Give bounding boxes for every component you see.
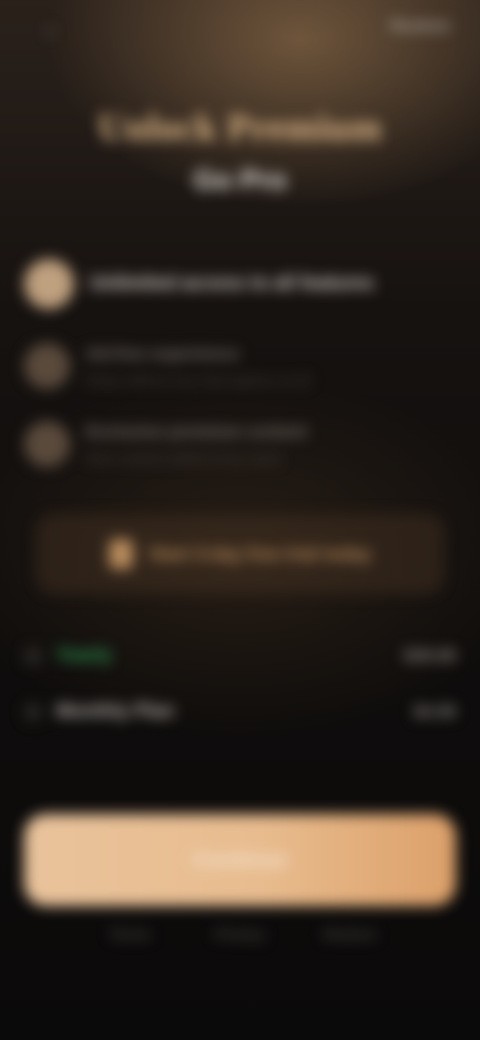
plan-name: Monthly Plan xyxy=(56,701,175,722)
plan-price: $4.99 xyxy=(413,702,456,721)
continue-button[interactable]: Continue xyxy=(24,814,456,906)
terms-link[interactable]: Terms xyxy=(70,926,190,942)
plan-name: Yearly xyxy=(56,645,112,666)
plan-option-yearly[interactable]: Yearly $39.99 xyxy=(24,628,456,684)
blurred-content: ‹ Restore Unlock Premium Go Pro Unlimite… xyxy=(0,0,480,1040)
footer-links: Terms Privacy Restore xyxy=(0,926,480,950)
plan-radio[interactable] xyxy=(24,703,42,721)
feature-item: Exclusive premium content New content ad… xyxy=(24,414,444,474)
privacy-link[interactable]: Privacy xyxy=(180,926,300,942)
back-button[interactable]: ‹ xyxy=(30,14,70,46)
feature-icon xyxy=(24,343,70,389)
paywall-screen: ‹ Restore Unlock Premium Go Pro Unlimite… xyxy=(0,0,480,1040)
feature-title: Ad-free experience xyxy=(86,344,240,363)
free-trial-banner[interactable]: Start 3-day free trial today xyxy=(36,514,444,594)
plan-price: $39.99 xyxy=(404,646,456,665)
feature-icon xyxy=(24,421,70,467)
top-bar: ‹ Restore xyxy=(0,0,480,60)
page-title: Unlock Premium xyxy=(98,107,382,149)
plan-option-monthly[interactable]: Monthly Plan $4.99 xyxy=(24,684,456,740)
feature-title: Unlimited access to all features xyxy=(90,273,375,294)
footer-restore-link[interactable]: Restore xyxy=(290,926,410,942)
feature-item: Unlimited access to all features xyxy=(24,254,444,314)
plan-radio[interactable] xyxy=(24,647,42,665)
page-subtitle: Go Pro xyxy=(193,164,287,195)
feature-icon xyxy=(24,259,74,309)
restore-link[interactable]: Restore xyxy=(390,18,450,42)
free-trial-text: Start 3-day free trial today xyxy=(148,543,372,564)
chevron-left-icon: ‹ xyxy=(46,17,54,42)
feature-description: Enjoy without any interruptions at all xyxy=(86,372,311,388)
feature-description: New content added every week xyxy=(86,450,282,466)
feature-title: Exclusive premium content xyxy=(86,422,308,441)
feature-item: Ad-free experience Enjoy without any int… xyxy=(24,336,444,396)
gift-icon xyxy=(108,539,133,569)
